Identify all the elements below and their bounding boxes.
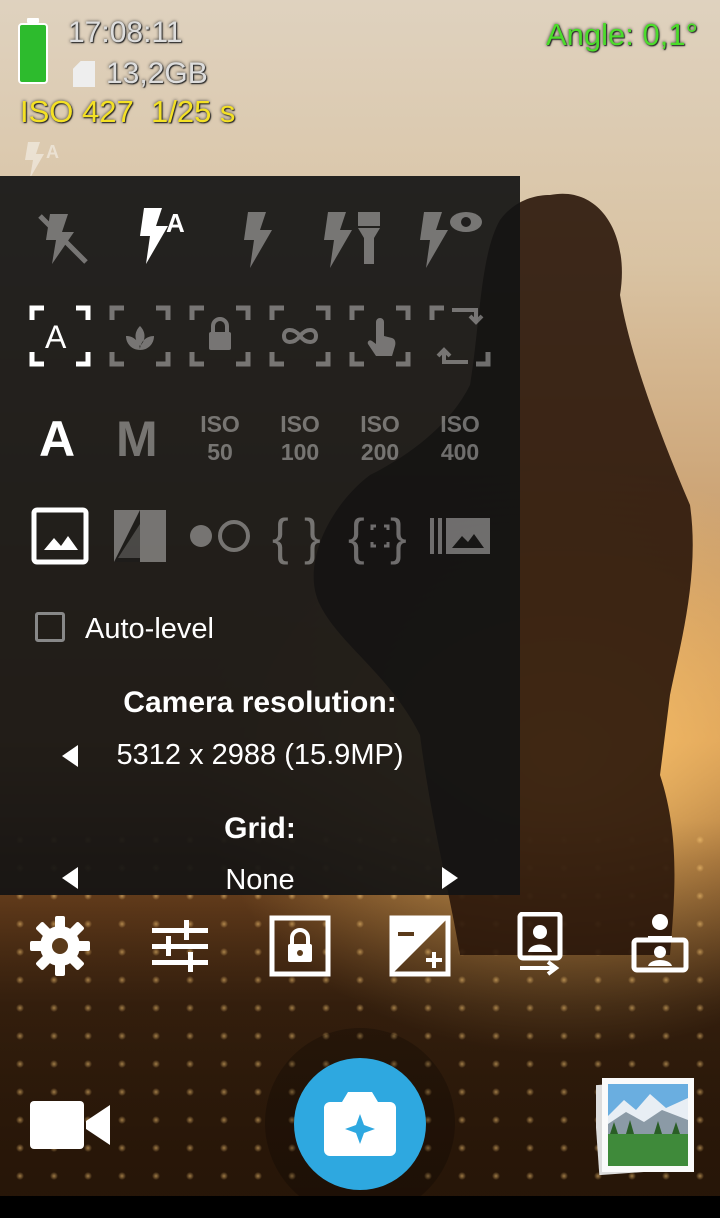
angle-readout: Angle: 0,1°: [546, 17, 699, 52]
iso-label: ISO: [280, 411, 320, 437]
svg-text:A: A: [45, 319, 67, 355]
status-overlay: 17:08:11 13,2GB ISO 427 1/25 s Angle: 0,…: [0, 0, 720, 178]
svg-text:A: A: [166, 208, 185, 238]
photo-focus-bracketing-icon[interactable]: {}: [348, 504, 412, 568]
exposure-compensation-icon[interactable]: [388, 914, 452, 978]
sd-card-icon: [73, 61, 95, 87]
clock: 17:08:11: [68, 16, 183, 49]
photo-fast-burst-icon[interactable]: [428, 504, 492, 568]
grid-next-arrow[interactable]: [442, 867, 458, 889]
auto-level-label: Auto-level: [85, 613, 214, 645]
iso-value: 200: [360, 439, 400, 465]
battery-icon: [18, 18, 48, 84]
iso-400-button[interactable]: ISO 400: [425, 410, 495, 480]
svg-text:{: {: [272, 509, 289, 565]
take-photo-icon: [324, 1092, 396, 1156]
gallery-thumbnail-icon[interactable]: [593, 1076, 694, 1176]
photo-standard-icon[interactable]: [28, 504, 92, 568]
flash-on-icon[interactable]: [226, 206, 290, 270]
iso-value: 100: [280, 439, 320, 465]
flash-off-icon[interactable]: [30, 206, 94, 270]
settings-icon[interactable]: [28, 914, 92, 978]
iso-value: 50: [207, 439, 233, 465]
focus-auto-icon[interactable]: A: [28, 304, 92, 368]
popup-adjust-icon[interactable]: [148, 914, 212, 978]
resolution-value: 5312 x 2988 (15.9MP): [116, 739, 404, 771]
photo-hdr-icon[interactable]: [188, 504, 252, 568]
video-camera-icon[interactable]: [28, 1093, 112, 1157]
exposure-lock-icon[interactable]: [268, 914, 332, 978]
iso-value: 400: [440, 439, 480, 465]
iso-50-button[interactable]: ISO 50: [185, 410, 255, 480]
svg-text:A: A: [46, 142, 59, 162]
focus-macro-icon[interactable]: [108, 304, 172, 368]
switch-camera-icon[interactable]: [508, 911, 572, 976]
free-storage: 13,2GB: [106, 57, 208, 90]
flash-torch-icon[interactable]: [322, 206, 386, 270]
take-photo-button[interactable]: [294, 1058, 426, 1190]
grid-heading: Grid:: [224, 812, 296, 845]
photo-expo-bracketing-icon[interactable]: {}: [268, 504, 332, 568]
flash-auto-icon[interactable]: A: [130, 202, 194, 266]
photo-dro-icon[interactable]: [108, 504, 172, 568]
iso-manual-button[interactable]: M: [116, 410, 158, 468]
focus-infinity-icon[interactable]: [268, 304, 332, 368]
iso-label: ISO: [200, 411, 240, 437]
auto-level-checkbox[interactable]: [35, 612, 65, 642]
resolution-heading: Camera resolution:: [123, 686, 397, 719]
flash-red-eye-icon[interactable]: [418, 206, 482, 270]
switch-multi-camera-icon[interactable]: [628, 912, 692, 976]
iso-100-button[interactable]: ISO 100: [265, 410, 335, 480]
svg-text:}: }: [390, 509, 407, 565]
iso-shutter-readout: ISO 427 1/25 s: [20, 94, 235, 130]
iso-readout: ISO 427: [20, 94, 134, 129]
iso-auto-button[interactable]: A: [39, 410, 75, 468]
focus-manual-icon[interactable]: [348, 304, 412, 368]
focus-locked-icon[interactable]: [188, 304, 252, 368]
flash-auto-indicator-icon: A: [25, 142, 59, 178]
svg-text:}: }: [304, 509, 321, 565]
svg-text:{: {: [348, 509, 365, 565]
focus-continuous-icon[interactable]: [428, 304, 492, 368]
iso-label: ISO: [440, 411, 480, 437]
shutter-readout: 1/25 s: [150, 94, 236, 129]
iso-label: ISO: [360, 411, 400, 437]
iso-200-button[interactable]: ISO 200: [345, 410, 415, 480]
settings-popup: A A A M ISO 50 ISO 100 ISO 200 ISO 400 {…: [0, 176, 520, 895]
